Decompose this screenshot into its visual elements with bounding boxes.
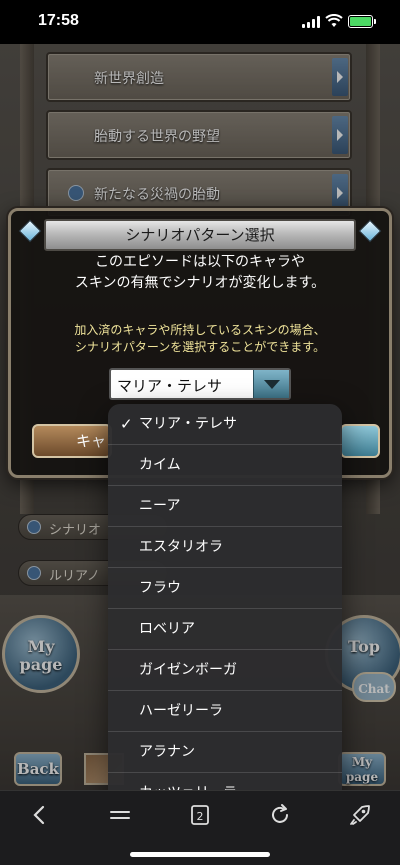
tab-count: 2 [197,810,204,823]
option-label: ロベリア [139,621,195,637]
menu-icon[interactable] [108,803,132,827]
dropdown-arrow-icon[interactable] [253,370,289,398]
home-indicator [130,852,270,857]
dialog-note: 加入済のキャラや所持しているスキンの場合、 シナリオパターンを選択することができ… [8,322,392,356]
tabs-icon[interactable]: 2 [188,803,212,827]
dialog-message-line: このエピソードは以下のキャラや [95,254,305,270]
option-label: ハーゼリーラ [139,703,223,719]
cellular-signal-icon [302,16,320,28]
diamond-ornament-icon [18,219,42,243]
back-arrow-icon[interactable] [28,803,52,827]
menu-option[interactable]: カイム [108,445,342,486]
checkmark-icon: ✓ [120,415,133,433]
option-label: アラナン [139,744,195,760]
rocket-icon[interactable] [348,803,372,827]
diamond-ornament-icon [358,219,382,243]
wifi-icon [325,14,343,27]
dialog-note-line: 加入済のキャラや所持しているスキンの場合、 [74,323,326,337]
confirm-button[interactable] [340,424,380,458]
option-label: ニーア [139,498,181,514]
dialog-message: このエピソードは以下のキャラや スキンの有無でシナリオが変化します。 [8,252,392,294]
status-bar: 17:58 [0,0,400,44]
option-label: エスタリオラ [139,539,223,555]
dialog-header: シナリオパターン選択 [8,213,392,257]
select-value: マリア・テレサ [117,377,223,395]
option-label: カイム [139,457,181,473]
option-label: フラウ [139,580,181,596]
dialog-note-line: シナリオパターンを選択することができます。 [74,340,326,354]
menu-option[interactable]: ロベリア [108,609,342,650]
menu-option[interactable]: ハーゼリーラ [108,691,342,732]
scenario-options-menu: ✓ マリア・テレサ カイム ニーア エスタリオラ フラウ ロベリア ガイゼンボー… [108,404,342,814]
reload-icon[interactable] [268,803,292,827]
cancel-button[interactable]: キャンセル [32,424,112,458]
menu-option[interactable]: ガイゼンボーガ [108,650,342,691]
menu-option[interactable]: ✓ マリア・テレサ [108,404,342,445]
option-label: ガイゼンボーガ [139,662,237,678]
menu-option[interactable]: ニーア [108,486,342,527]
dialog-title: シナリオパターン選択 [44,219,356,251]
option-label: マリア・テレサ [139,416,237,432]
dialog-message-line: スキンの有無でシナリオが変化します。 [74,275,326,291]
menu-option[interactable]: フラウ [108,568,342,609]
menu-option[interactable]: アラナン [108,732,342,773]
battery-icon [348,15,376,28]
scenario-pattern-select[interactable]: マリア・テレサ [109,368,291,400]
menu-option[interactable]: エスタリオラ [108,527,342,568]
status-time: 17:58 [38,12,79,29]
